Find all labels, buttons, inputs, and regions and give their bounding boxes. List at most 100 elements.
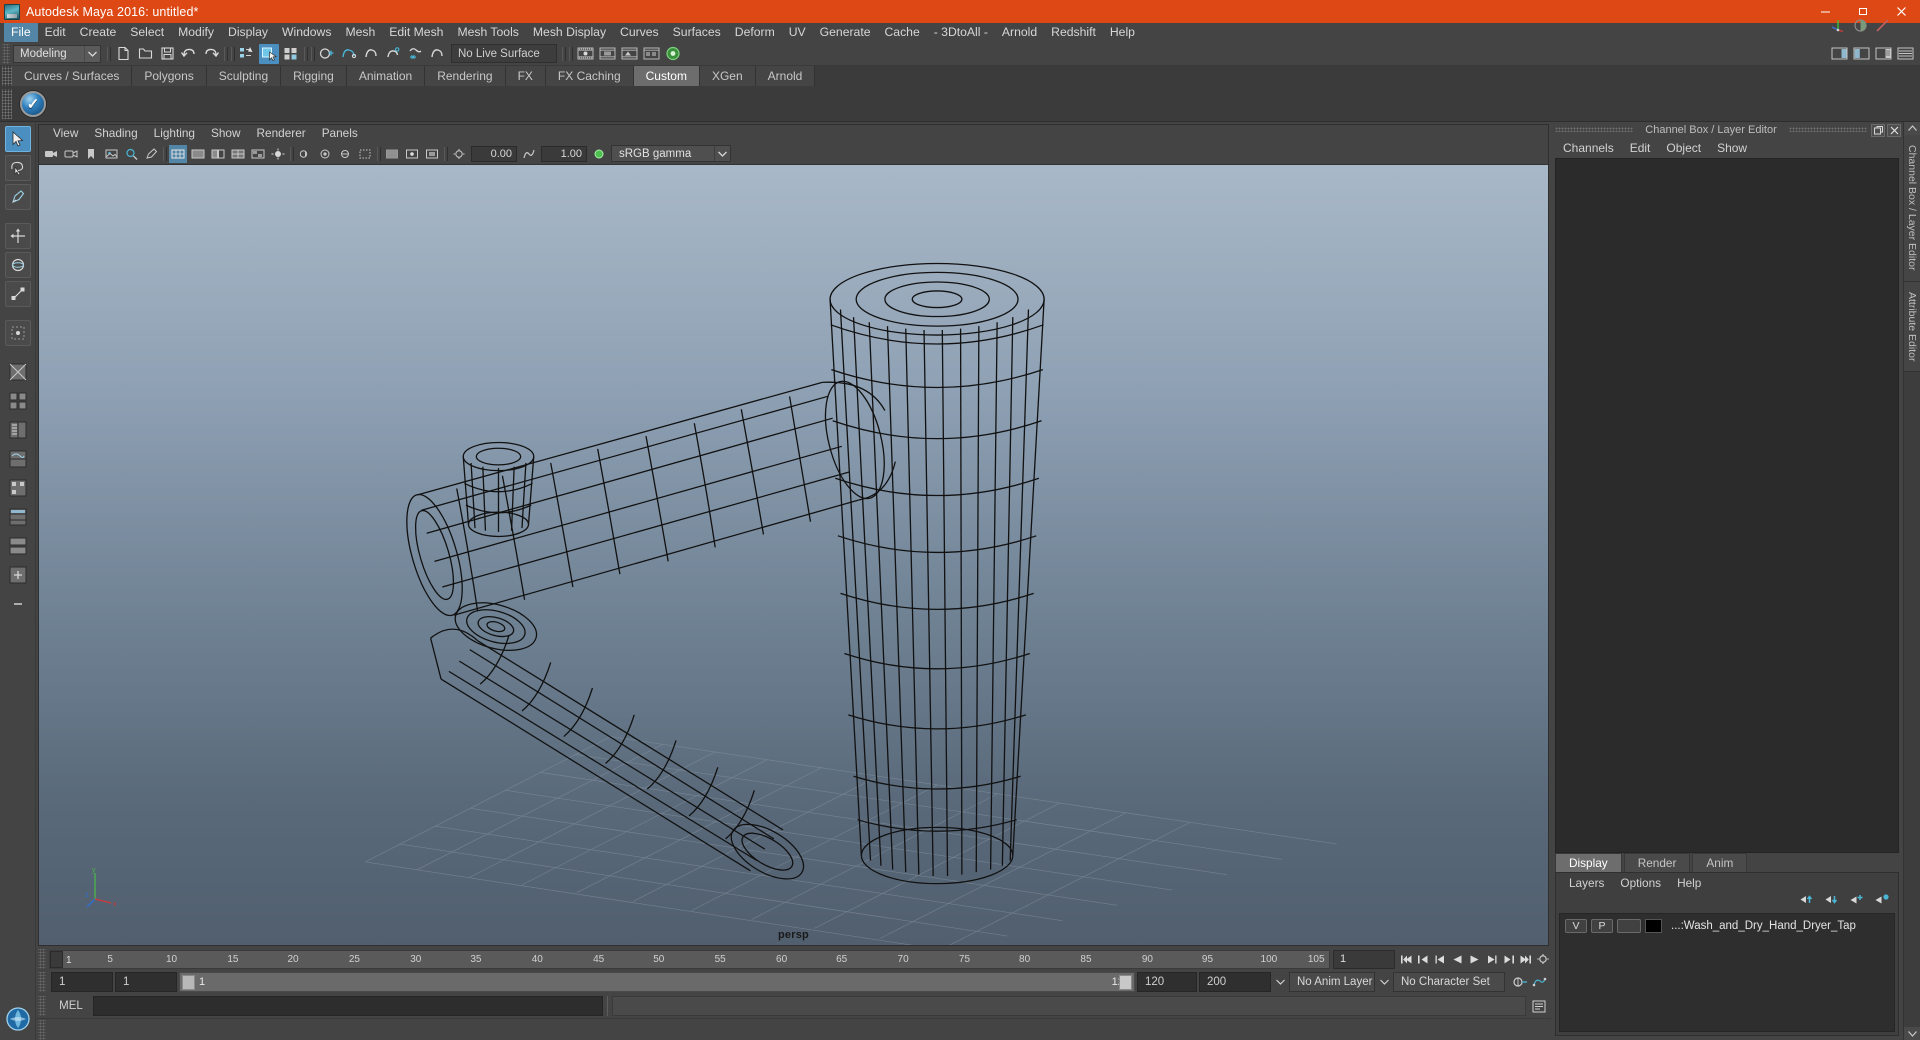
timeslider-grip[interactable] bbox=[38, 949, 46, 969]
step-forward-key-button[interactable] bbox=[1500, 950, 1517, 968]
current-frame-field[interactable]: 1 bbox=[1333, 949, 1395, 969]
menu-select[interactable]: Select bbox=[123, 23, 171, 42]
menu-help[interactable]: Help bbox=[1103, 23, 1142, 42]
layer-color-swatch[interactable] bbox=[1645, 918, 1662, 933]
live-surface-field[interactable]: No Live Surface bbox=[451, 44, 557, 63]
range-slider[interactable]: 1 120 bbox=[179, 972, 1135, 992]
panel-close-button[interactable] bbox=[1887, 123, 1901, 137]
channel-menu-show[interactable]: Show bbox=[1709, 141, 1755, 155]
layout-two-pane-stacked-button[interactable] bbox=[5, 533, 31, 559]
move-tool-button[interactable] bbox=[4, 223, 31, 249]
vp-menu-shading[interactable]: Shading bbox=[86, 127, 145, 140]
wireframe-on-shaded-icon[interactable] bbox=[229, 145, 247, 163]
sidebar-toggle-attribute-editor[interactable] bbox=[1829, 44, 1849, 64]
menu-mesh-tools[interactable]: Mesh Tools bbox=[450, 23, 525, 42]
shadows-icon[interactable] bbox=[296, 145, 314, 163]
menu-edit-mesh[interactable]: Edit Mesh bbox=[382, 23, 450, 42]
xray-icon[interactable] bbox=[383, 145, 401, 163]
script-language-label[interactable]: MEL bbox=[49, 1000, 93, 1012]
range-handle-right[interactable] bbox=[1119, 974, 1132, 990]
menu-display[interactable]: Display bbox=[221, 23, 275, 42]
layer-menu-layers[interactable]: Layers bbox=[1561, 876, 1612, 890]
anim-layer-selector[interactable]: No Anim Layer bbox=[1289, 972, 1375, 992]
rotate-tool-button[interactable] bbox=[4, 252, 31, 278]
vp-menu-renderer[interactable]: Renderer bbox=[249, 127, 314, 140]
menu-modify[interactable]: Modify bbox=[171, 23, 221, 42]
range-handle-left[interactable] bbox=[182, 974, 195, 990]
render-settings-button[interactable] bbox=[619, 44, 639, 64]
menu-deform[interactable]: Deform bbox=[728, 23, 782, 42]
tab-anim[interactable]: Anim bbox=[1692, 853, 1748, 872]
select-tool-button[interactable] bbox=[4, 126, 31, 152]
make-live-button[interactable] bbox=[427, 44, 447, 64]
character-set-selector[interactable]: No Character Set bbox=[1393, 972, 1505, 992]
menu-arnold[interactable]: Arnold bbox=[995, 23, 1044, 42]
command-line-grip[interactable] bbox=[38, 996, 46, 1016]
vp-menu-panels[interactable]: Panels bbox=[314, 127, 366, 140]
camera-attributes-icon[interactable] bbox=[62, 145, 80, 163]
layer-menu-help[interactable]: Help bbox=[1669, 876, 1709, 890]
panel-drag-dots-right[interactable] bbox=[1785, 122, 1871, 138]
menu-mesh[interactable]: Mesh bbox=[338, 23, 382, 42]
channel-menu-object[interactable]: Object bbox=[1658, 141, 1709, 155]
animation-preferences-window-button[interactable] bbox=[1530, 973, 1547, 991]
snap-to-view-plane-button[interactable] bbox=[405, 44, 425, 64]
smooth-shade-all-icon[interactable] bbox=[189, 145, 207, 163]
move-layer-up-icon[interactable] bbox=[1799, 893, 1815, 911]
layout-collapse-button[interactable] bbox=[5, 591, 31, 617]
range-start-field[interactable]: 1 bbox=[115, 972, 177, 992]
chevron-down-icon-2[interactable] bbox=[1377, 972, 1391, 992]
chevron-down-icon[interactable] bbox=[1273, 972, 1287, 992]
sidebar-toggle-layer-editor[interactable] bbox=[1895, 44, 1915, 64]
go-to-start-button[interactable] bbox=[1398, 950, 1415, 968]
multisample-aa-icon[interactable] bbox=[356, 145, 374, 163]
shelf-tab-rendering[interactable]: Rendering bbox=[425, 66, 506, 86]
select-object-button[interactable] bbox=[259, 43, 279, 64]
layout-hypershade-persp-button[interactable] bbox=[5, 475, 31, 501]
scroll-up-arrow-icon[interactable] bbox=[1904, 122, 1920, 135]
tab-display[interactable]: Display bbox=[1555, 853, 1622, 872]
layout-outliner-persp-button[interactable] bbox=[5, 417, 31, 443]
image-plane-icon[interactable] bbox=[102, 145, 120, 163]
snap-to-grid-button[interactable] bbox=[317, 44, 337, 64]
xray-joints-icon[interactable] bbox=[403, 145, 421, 163]
shelf-tab-rigging[interactable]: Rigging bbox=[281, 66, 347, 86]
panel-drag-dots-left[interactable] bbox=[1551, 122, 1637, 138]
bookmark-icon[interactable] bbox=[82, 145, 100, 163]
snap-to-curve-button[interactable] bbox=[339, 44, 359, 64]
shelf-tab-curves-surfaces[interactable]: Curves / Surfaces bbox=[12, 66, 133, 86]
go-to-end-button[interactable] bbox=[1517, 950, 1534, 968]
vp-menu-view[interactable]: View bbox=[45, 127, 86, 140]
redo-button[interactable] bbox=[201, 44, 221, 64]
menu-surfaces[interactable]: Surfaces bbox=[666, 23, 728, 42]
shelf-tab-animation[interactable]: Animation bbox=[346, 66, 426, 86]
step-forward-frame-button[interactable] bbox=[1483, 950, 1500, 968]
play-backwards-button[interactable] bbox=[1449, 950, 1466, 968]
tab-render[interactable]: Render bbox=[1623, 853, 1691, 872]
grease-pencil-icon[interactable] bbox=[142, 145, 160, 163]
channel-menu-edit[interactable]: Edit bbox=[1622, 141, 1659, 155]
undo-button[interactable] bbox=[179, 44, 199, 64]
shading-toggle-icon[interactable] bbox=[1853, 18, 1868, 38]
animation-start-field[interactable]: 1 bbox=[51, 972, 113, 992]
time-slider[interactable]: 5 10 15 20 25 30 35 40 45 50 55 60 65 70 bbox=[49, 949, 1330, 969]
shelf-tab-fx-caching[interactable]: FX Caching bbox=[545, 66, 634, 86]
shelf-icons-grip[interactable] bbox=[2, 88, 12, 119]
command-input[interactable] bbox=[93, 996, 603, 1016]
gamma-value-field[interactable]: 1.00 bbox=[541, 145, 587, 162]
paint-selection-tool-button[interactable] bbox=[4, 184, 31, 210]
select-camera-icon[interactable] bbox=[42, 145, 60, 163]
step-back-frame-button[interactable] bbox=[1432, 950, 1449, 968]
layout-single-perspective-button[interactable] bbox=[5, 359, 31, 385]
channel-menu-channels[interactable]: Channels bbox=[1555, 141, 1622, 155]
range-grip[interactable] bbox=[38, 972, 46, 992]
two-d-pan-zoom-icon[interactable] bbox=[122, 145, 140, 163]
ambient-occlusion-icon[interactable] bbox=[316, 145, 334, 163]
select-component-button[interactable] bbox=[281, 44, 301, 64]
snap-to-projected-center-button[interactable] bbox=[383, 44, 403, 64]
isolate-select-icon[interactable] bbox=[423, 145, 441, 163]
shelf-tab-fx[interactable]: FX bbox=[505, 66, 546, 86]
vp-menu-show[interactable]: Show bbox=[203, 127, 249, 140]
input-output-connections-icon[interactable] bbox=[1875, 18, 1890, 38]
ipr-render-button[interactable] bbox=[597, 44, 617, 64]
